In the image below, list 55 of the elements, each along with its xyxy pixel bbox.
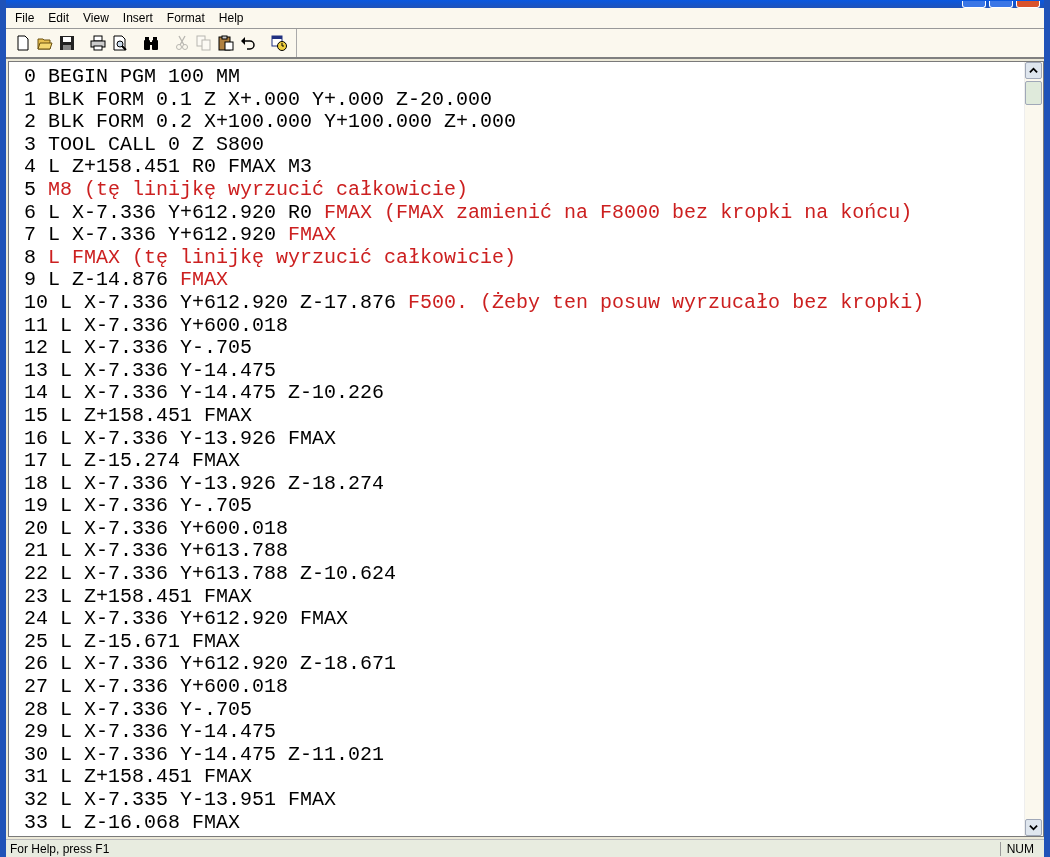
close-button[interactable] [1016, 1, 1040, 8]
scroll-up-button[interactable] [1025, 62, 1042, 79]
menu-item[interactable]: Insert [115, 11, 160, 25]
code-line: 33 L Z-16.068 FMAX [24, 811, 241, 835]
code-line: 29 L X-7.336 Y-14.475 [24, 721, 277, 744]
code-line: 10 L X-7.336 Y+612.920 Z-17.876 F500. (Żeby ten posuw wyrzucało bez kropki) [24, 291, 925, 315]
code-line: 16 L X-7.336 Y-13.926 FMAX [24, 427, 337, 451]
status-message: For Help, press F1 [9, 841, 111, 856]
clipboard-icon[interactable] [216, 33, 236, 53]
code-line: 28 L X-7.336 Y-.705 [24, 698, 253, 722]
scroll-thumb[interactable] [1025, 81, 1042, 105]
code-line: 15 L Z+158.451 FMAX [24, 404, 253, 428]
code-line: 6 L X-7.336 Y+612.920 R0 FMAX (FMAX zamienić na F8000 bez kropki na końcu) [24, 201, 913, 225]
code-line: 1 BLK FORM 0.1 Z X+.000 Y+.000 Z-20.000 [24, 88, 493, 112]
code-line: 25 L Z-15.671 FMAX [24, 630, 241, 654]
code-line: 3 TOOL CALL 0 Z S800 [24, 133, 265, 157]
minimize-button[interactable] [962, 1, 986, 8]
menu-item[interactable]: Format [159, 11, 212, 25]
code-line: 7 L X-7.336 Y+612.920 FMAX [24, 224, 337, 247]
code-line: 22 L X-7.336 Y+613.788 Z-10.624 [24, 563, 397, 586]
menu-item[interactable]: View [76, 11, 116, 25]
code-line: 30 L X-7.336 Y-14.475 Z-11.021 [24, 743, 385, 767]
code-line: 11 L X-7.336 Y+600.018 [24, 314, 289, 338]
code-line: 17 L Z-15.274 FMAX [24, 450, 241, 473]
code-line: 8 L FMAX (tę linijkę wyrzucić całkowicie) [24, 246, 517, 270]
code-line: 26 L X-7.336 Y+612.920 Z-18.671 [24, 653, 397, 677]
code-line: 0 BEGIN PGM 100 MM [24, 66, 241, 89]
caret-down-icon [1029, 823, 1038, 832]
code-line: 23 L Z+158.451 FMAX [24, 585, 253, 609]
code-line: 5 M8 (tę linijkę wyrzucić całkowicie) [24, 178, 469, 202]
calendar-clock-icon[interactable] [269, 33, 289, 53]
menu-item[interactable]: File [8, 11, 42, 25]
menu-item[interactable]: Help [211, 11, 251, 25]
floppy-disk-icon[interactable] [57, 33, 77, 53]
code-line: 19 L X-7.336 Y-.705 [24, 495, 253, 518]
code-line: 21 L X-7.336 Y+613.788 [24, 540, 289, 564]
printer-icon[interactable] [88, 33, 108, 53]
maximize-button[interactable] [989, 1, 1013, 8]
code-line: 14 L X-7.336 Y-14.475 Z-10.226 [24, 382, 385, 405]
code-line: 32 L X-7.335 Y-13.951 FMAX [24, 789, 337, 812]
code-line: 13 L X-7.336 Y-14.475 [24, 359, 277, 383]
code-line: 9 L Z-14.876 FMAX [24, 269, 229, 292]
code-line: 4 L Z+158.451 R0 FMAX M3 [24, 156, 313, 179]
code-line: 18 L X-7.336 Y-13.926 Z-18.274 [24, 472, 385, 496]
code-line: 12 L X-7.336 Y-.705 [24, 337, 253, 360]
caret-up-icon [1029, 66, 1038, 75]
code-line: 24 L X-7.336 Y+612.920 FMAX [24, 608, 349, 631]
menu-item[interactable]: Edit [41, 11, 77, 25]
scroll-down-button[interactable] [1025, 819, 1042, 836]
vertical-scrollbar[interactable] [1024, 62, 1043, 836]
code-line: 31 L Z+158.451 FMAX [24, 766, 253, 789]
code-line: 2 BLK FORM 0.2 X+100.000 Y+100.000 Z+.000 [24, 111, 517, 134]
code-line: 27 L X-7.336 Y+600.018 [24, 676, 289, 699]
code-line: 20 L X-7.336 Y+600.018 [24, 517, 289, 541]
status-indicator: NUM [999, 841, 1044, 856]
